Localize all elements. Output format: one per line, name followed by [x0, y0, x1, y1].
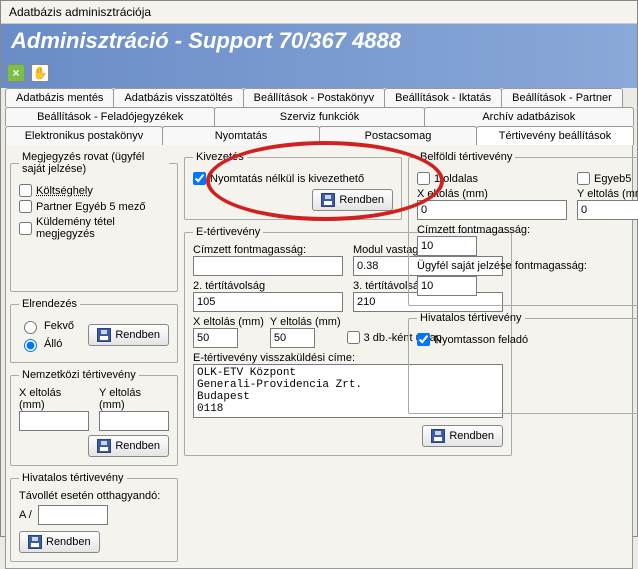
chk-print-sender-label: Nyomtasson feladó: [434, 334, 528, 346]
content-area: Megjegyzés rovat (ügyfél saját jelzése) …: [5, 145, 633, 569]
layout-ok-button[interactable]: Rendben: [88, 324, 169, 346]
e-t2-input[interactable]: [193, 292, 343, 312]
chk-print-sender[interactable]: [417, 333, 430, 346]
e-y-input[interactable]: [270, 328, 315, 348]
chk-output-noprint-label: Nyomtatás nélkül is kivezethető: [210, 173, 364, 185]
save-icon: [431, 429, 445, 443]
group-output: Kivezetés Nyomtatás nélkül is kivezethet…: [184, 151, 402, 220]
chk-partner-other5-label: Partner Egyéb 5 mező: [36, 201, 145, 213]
group-output-legend: Kivezetés: [193, 151, 247, 163]
toolbar: × ✋: [1, 60, 637, 88]
radio-landscape[interactable]: [24, 321, 37, 334]
tab-print[interactable]: Nyomtatás: [162, 126, 320, 145]
chk-3db[interactable]: [347, 331, 360, 344]
e-x-label: X eltolás (mm): [193, 316, 264, 328]
tab-settings-partner[interactable]: Beállítások - Partner: [501, 88, 623, 107]
chk-1page-label: 1 oldalas: [434, 173, 478, 185]
dom-y-label: Y eltolás (mm): [577, 188, 638, 200]
official-left-input[interactable]: [38, 505, 108, 525]
e-cimzett-input[interactable]: [193, 256, 343, 276]
dom-y-input[interactable]: [577, 200, 638, 220]
save-icon: [97, 328, 111, 342]
group-domestic-legend: Belföldi tértivevény: [417, 151, 515, 163]
chk-costplace-label: Költséghely: [36, 185, 93, 197]
group-intl-receipt: Nemzetközi tértivevény X eltolás (mm) Y …: [10, 369, 178, 466]
tab-db-save[interactable]: Adatbázis mentés: [5, 88, 114, 107]
intl-x-label: X eltolás (mm): [19, 387, 89, 411]
tab-settings-filing[interactable]: Beállítások - Iktatás: [384, 88, 502, 107]
dom-x-label: X eltolás (mm): [417, 188, 567, 200]
dom-cimzett-label: Címzett fontmagasság:: [417, 224, 638, 236]
e-cimzett-label: Címzett fontmagasság:: [193, 244, 343, 256]
save-icon: [321, 193, 335, 207]
tab-row-1: Adatbázis mentés Adatbázis visszatöltés …: [5, 88, 633, 107]
chk-egyeb5[interactable]: [577, 172, 590, 185]
page-header: Adminisztráció - Support 70/367 4888: [1, 24, 637, 60]
save-icon: [97, 439, 111, 453]
official-left-ok-button[interactable]: Rendben: [19, 531, 100, 553]
chk-output-noprint[interactable]: [193, 172, 206, 185]
group-official-left-legend: Hivatalos tértivevény: [19, 472, 127, 484]
group-layout-legend: Elrendezés: [19, 298, 80, 310]
tab-row-3: Elektronikus postakönyv Nyomtatás Postac…: [5, 126, 633, 145]
chk-shipment-remark-label: Küldemény tétel megjegyzés: [36, 216, 169, 240]
group-intl-legend: Nemzetközi tértivevény: [19, 369, 139, 381]
dom-x-input[interactable]: [417, 200, 567, 220]
official-left-prefix: A /: [19, 509, 32, 521]
intl-ok-button[interactable]: Rendben: [88, 435, 169, 457]
tab-service[interactable]: Szerviz funkciók: [214, 107, 424, 126]
tab-settings-dispatch[interactable]: Beállítások - Feladójegyzékek: [5, 107, 215, 126]
chk-partner-other5[interactable]: [19, 200, 32, 213]
dom-ugyfel-label: Ügyfél saját jelzése fontmagasság:: [417, 260, 638, 272]
save-icon: [28, 535, 42, 549]
output-ok-button[interactable]: Rendben: [312, 189, 393, 211]
tab-db-restore[interactable]: Adatbázis visszatöltés: [113, 88, 243, 107]
intl-y-label: Y eltolás (mm): [99, 387, 169, 411]
group-domestic: Belföldi tértivevény 1 oldalas Egyeb5 X …: [408, 151, 638, 306]
tab-parcel[interactable]: Postacsomag: [319, 126, 477, 145]
radio-portrait[interactable]: [24, 339, 37, 352]
group-official-left: Hivatalos tértivevény Távollét esetén ot…: [10, 472, 178, 562]
chk-shipment-remark[interactable]: [19, 222, 32, 235]
radio-landscape-label: Fekvő: [44, 320, 74, 332]
chk-1page[interactable]: [417, 172, 430, 185]
close-icon[interactable]: ×: [7, 64, 25, 82]
intl-x-input[interactable]: [19, 411, 89, 431]
e-x-input[interactable]: [193, 328, 238, 348]
window-titlebar: Adatbázis adminisztrációja: [1, 1, 637, 24]
group-e-receipt-legend: E-tértivevény: [193, 226, 263, 238]
tab-archive[interactable]: Archív adatbázisok: [424, 107, 634, 126]
chk-egyeb5-label: Egyeb5: [594, 173, 631, 185]
tab-row-2: Beállítások - Feladójegyzékek Szerviz fu…: [5, 107, 633, 126]
group-remark: Megjegyzés rovat (ügyfél saját jelzése) …: [10, 151, 178, 292]
tab-settings-postbook[interactable]: Beállítások - Postakönyv: [243, 88, 385, 107]
dom-ugyfel-input[interactable]: [417, 276, 477, 296]
chk-costplace[interactable]: [19, 184, 32, 197]
e-t2-label: 2. tértítávolság: [193, 280, 343, 292]
tab-receipt-settings[interactable]: Tértivevény beállítások: [476, 126, 634, 145]
radio-portrait-label: Álló: [44, 338, 62, 350]
group-official-right: Hivatalos tértivevény Nyomtasson feladó …: [408, 312, 638, 414]
dom-cimzett-input[interactable]: [417, 236, 477, 256]
group-official-right-legend: Hivatalos tértivevény: [417, 312, 525, 324]
e-y-label: Y eltolás (mm): [270, 316, 341, 328]
group-layout: Elrendezés Fekvő Álló Rendben: [10, 298, 178, 363]
official-left-label: Távollét esetén otthagyandó:: [19, 490, 169, 502]
group-remark-legend: Megjegyzés rovat (ügyfél saját jelzése): [19, 151, 169, 175]
tab-epostbook[interactable]: Elektronikus postakönyv: [5, 126, 163, 145]
stop-hand-icon[interactable]: ✋: [31, 64, 49, 82]
intl-y-input[interactable]: [99, 411, 169, 431]
